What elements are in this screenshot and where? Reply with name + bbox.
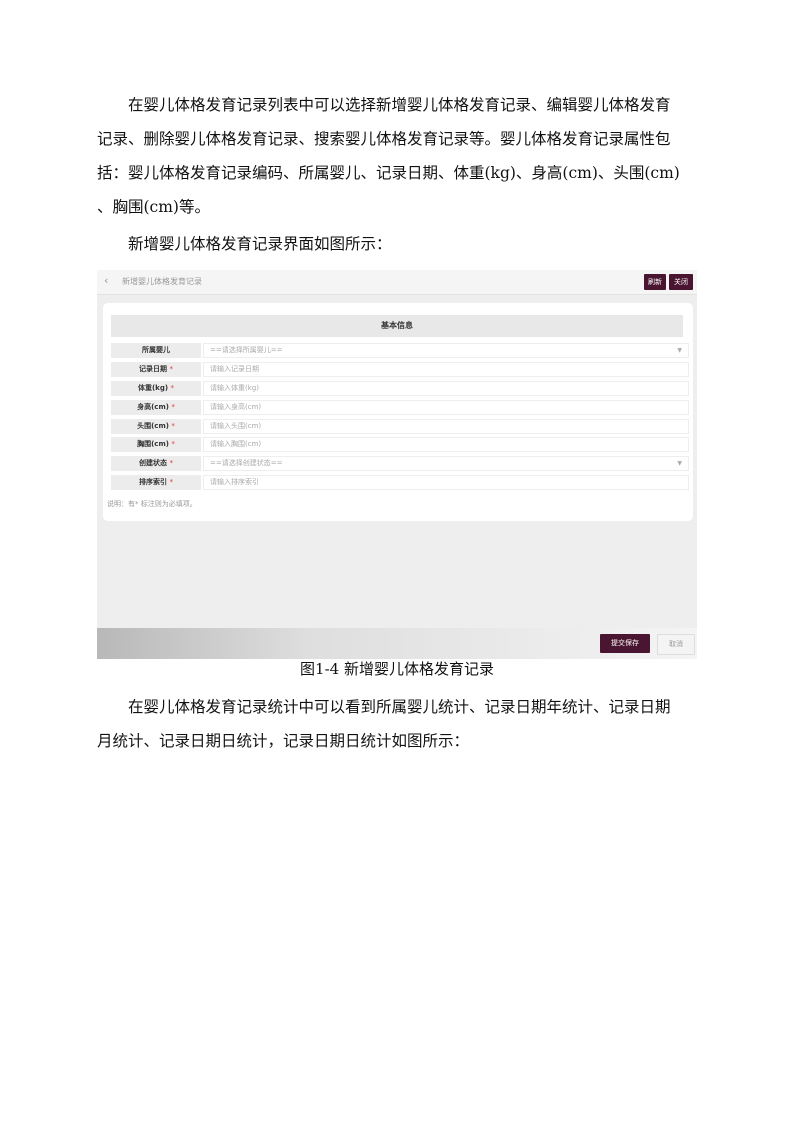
head-circumference-input[interactable]: 请输入头围(cm) xyxy=(203,419,689,434)
chevron-down-icon: ▼ xyxy=(677,347,682,354)
text-line: 月统计、记录日期日统计，记录日期日统计如图所示： xyxy=(97,732,470,750)
text-line: 记录、删除婴儿体格发育记录、搜索婴儿体格发育记录等。婴儿体格发育记录属性包 xyxy=(97,130,671,148)
paragraph-intro-cont: 记录、删除婴儿体格发育记录、搜索婴儿体格发育记录等。婴儿体格发育记录属性包 括：… xyxy=(97,122,697,224)
field-row-sort: 排序索引 * 请输入排序索引 xyxy=(111,475,689,490)
refresh-button[interactable]: 刷新 xyxy=(644,274,666,290)
form-screenshot: ‹ 新增婴儿体格发育记录 刷新 关闭 基本信息 所属婴儿 ==请选择所属婴儿==… xyxy=(97,270,697,659)
field-label: 创建状态 * xyxy=(111,456,201,471)
form-note: 说明：有* 标注则为必填项。 xyxy=(107,500,197,508)
field-label: 胸围(cm) * xyxy=(111,437,201,452)
field-label: 身高(cm) * xyxy=(111,400,201,415)
baby-select[interactable]: ==请选择所属婴儿== ▼ xyxy=(203,343,689,358)
status-select[interactable]: ==请选择创建状态== ▼ xyxy=(203,456,689,471)
field-label: 头围(cm) * xyxy=(111,419,201,434)
text-line: 在婴儿体格发育记录列表中可以选择新增婴儿体格发育记录、编辑婴儿体格发育 xyxy=(128,96,671,114)
text-line: 新增婴儿体格发育记录界面如图所示： xyxy=(128,235,392,253)
figure-caption: 图1-4 新增婴儿体格发育记录 xyxy=(300,660,494,678)
field-label: 排序索引 * xyxy=(111,475,201,490)
text-line: 括：婴儿体格发育记录编码、所属婴儿、记录日期、体重(kg)、身高(cm)、头围(… xyxy=(97,164,680,182)
chevron-down-icon: ▼ xyxy=(677,460,682,467)
chevron-left-icon[interactable]: ‹ xyxy=(104,274,108,287)
submit-button[interactable]: 提交保存 xyxy=(600,634,650,653)
paragraph-intro: 在婴儿体格发育记录列表中可以选择新增婴儿体格发育记录、编辑婴儿体格发育 xyxy=(97,88,697,122)
field-row-head: 头围(cm) * 请输入头围(cm) xyxy=(111,419,689,434)
field-label: 所属婴儿 xyxy=(111,343,201,358)
field-row-baby: 所属婴儿 ==请选择所属婴儿== ▼ xyxy=(111,343,689,358)
bottom-bar: 提交保存 取消 xyxy=(97,628,697,659)
weight-input[interactable]: 请输入体重(kg) xyxy=(203,381,689,396)
field-row-weight: 体重(kg) * 请输入体重(kg) xyxy=(111,381,689,396)
section-title: 基本信息 xyxy=(111,315,683,337)
field-label: 记录日期 * xyxy=(111,362,201,377)
field-row-chest: 胸围(cm) * 请输入胸围(cm) xyxy=(111,437,689,452)
field-row-height: 身高(cm) * 请输入身高(cm) xyxy=(111,400,689,415)
field-row-status: 创建状态 * ==请选择创建状态== ▼ xyxy=(111,456,689,471)
field-row-record-date: 记录日期 * 请输入记录日期 xyxy=(111,362,689,377)
record-date-input[interactable]: 请输入记录日期 xyxy=(203,362,689,377)
top-bar: ‹ 新增婴儿体格发育记录 刷新 关闭 xyxy=(97,270,697,295)
paragraph-stats: 在婴儿体格发育记录统计中可以看到所属婴儿统计、记录日期年统计、记录日期 xyxy=(97,690,697,724)
field-label: 体重(kg) * xyxy=(111,381,201,396)
height-input[interactable]: 请输入身高(cm) xyxy=(203,400,689,415)
text-line: 在婴儿体格发育记录统计中可以看到所属婴儿统计、记录日期年统计、记录日期 xyxy=(128,698,671,716)
page-title: 新增婴儿体格发育记录 xyxy=(122,277,202,286)
paragraph-stats-cont: 月统计、记录日期日统计，记录日期日统计如图所示： xyxy=(97,724,697,758)
form-card: 基本信息 所属婴儿 ==请选择所属婴儿== ▼ 记录日期 * 请输入记录日期 体重… xyxy=(103,303,693,521)
sort-index-input[interactable]: 请输入排序索引 xyxy=(203,475,689,490)
chest-circumference-input[interactable]: 请输入胸围(cm) xyxy=(203,437,689,452)
cancel-button[interactable]: 取消 xyxy=(657,634,695,655)
paragraph-figure-lead: 新增婴儿体格发育记录界面如图所示： xyxy=(97,227,697,261)
text-line: 、胸围(cm)等。 xyxy=(97,198,210,216)
close-button[interactable]: 关闭 xyxy=(669,274,693,290)
